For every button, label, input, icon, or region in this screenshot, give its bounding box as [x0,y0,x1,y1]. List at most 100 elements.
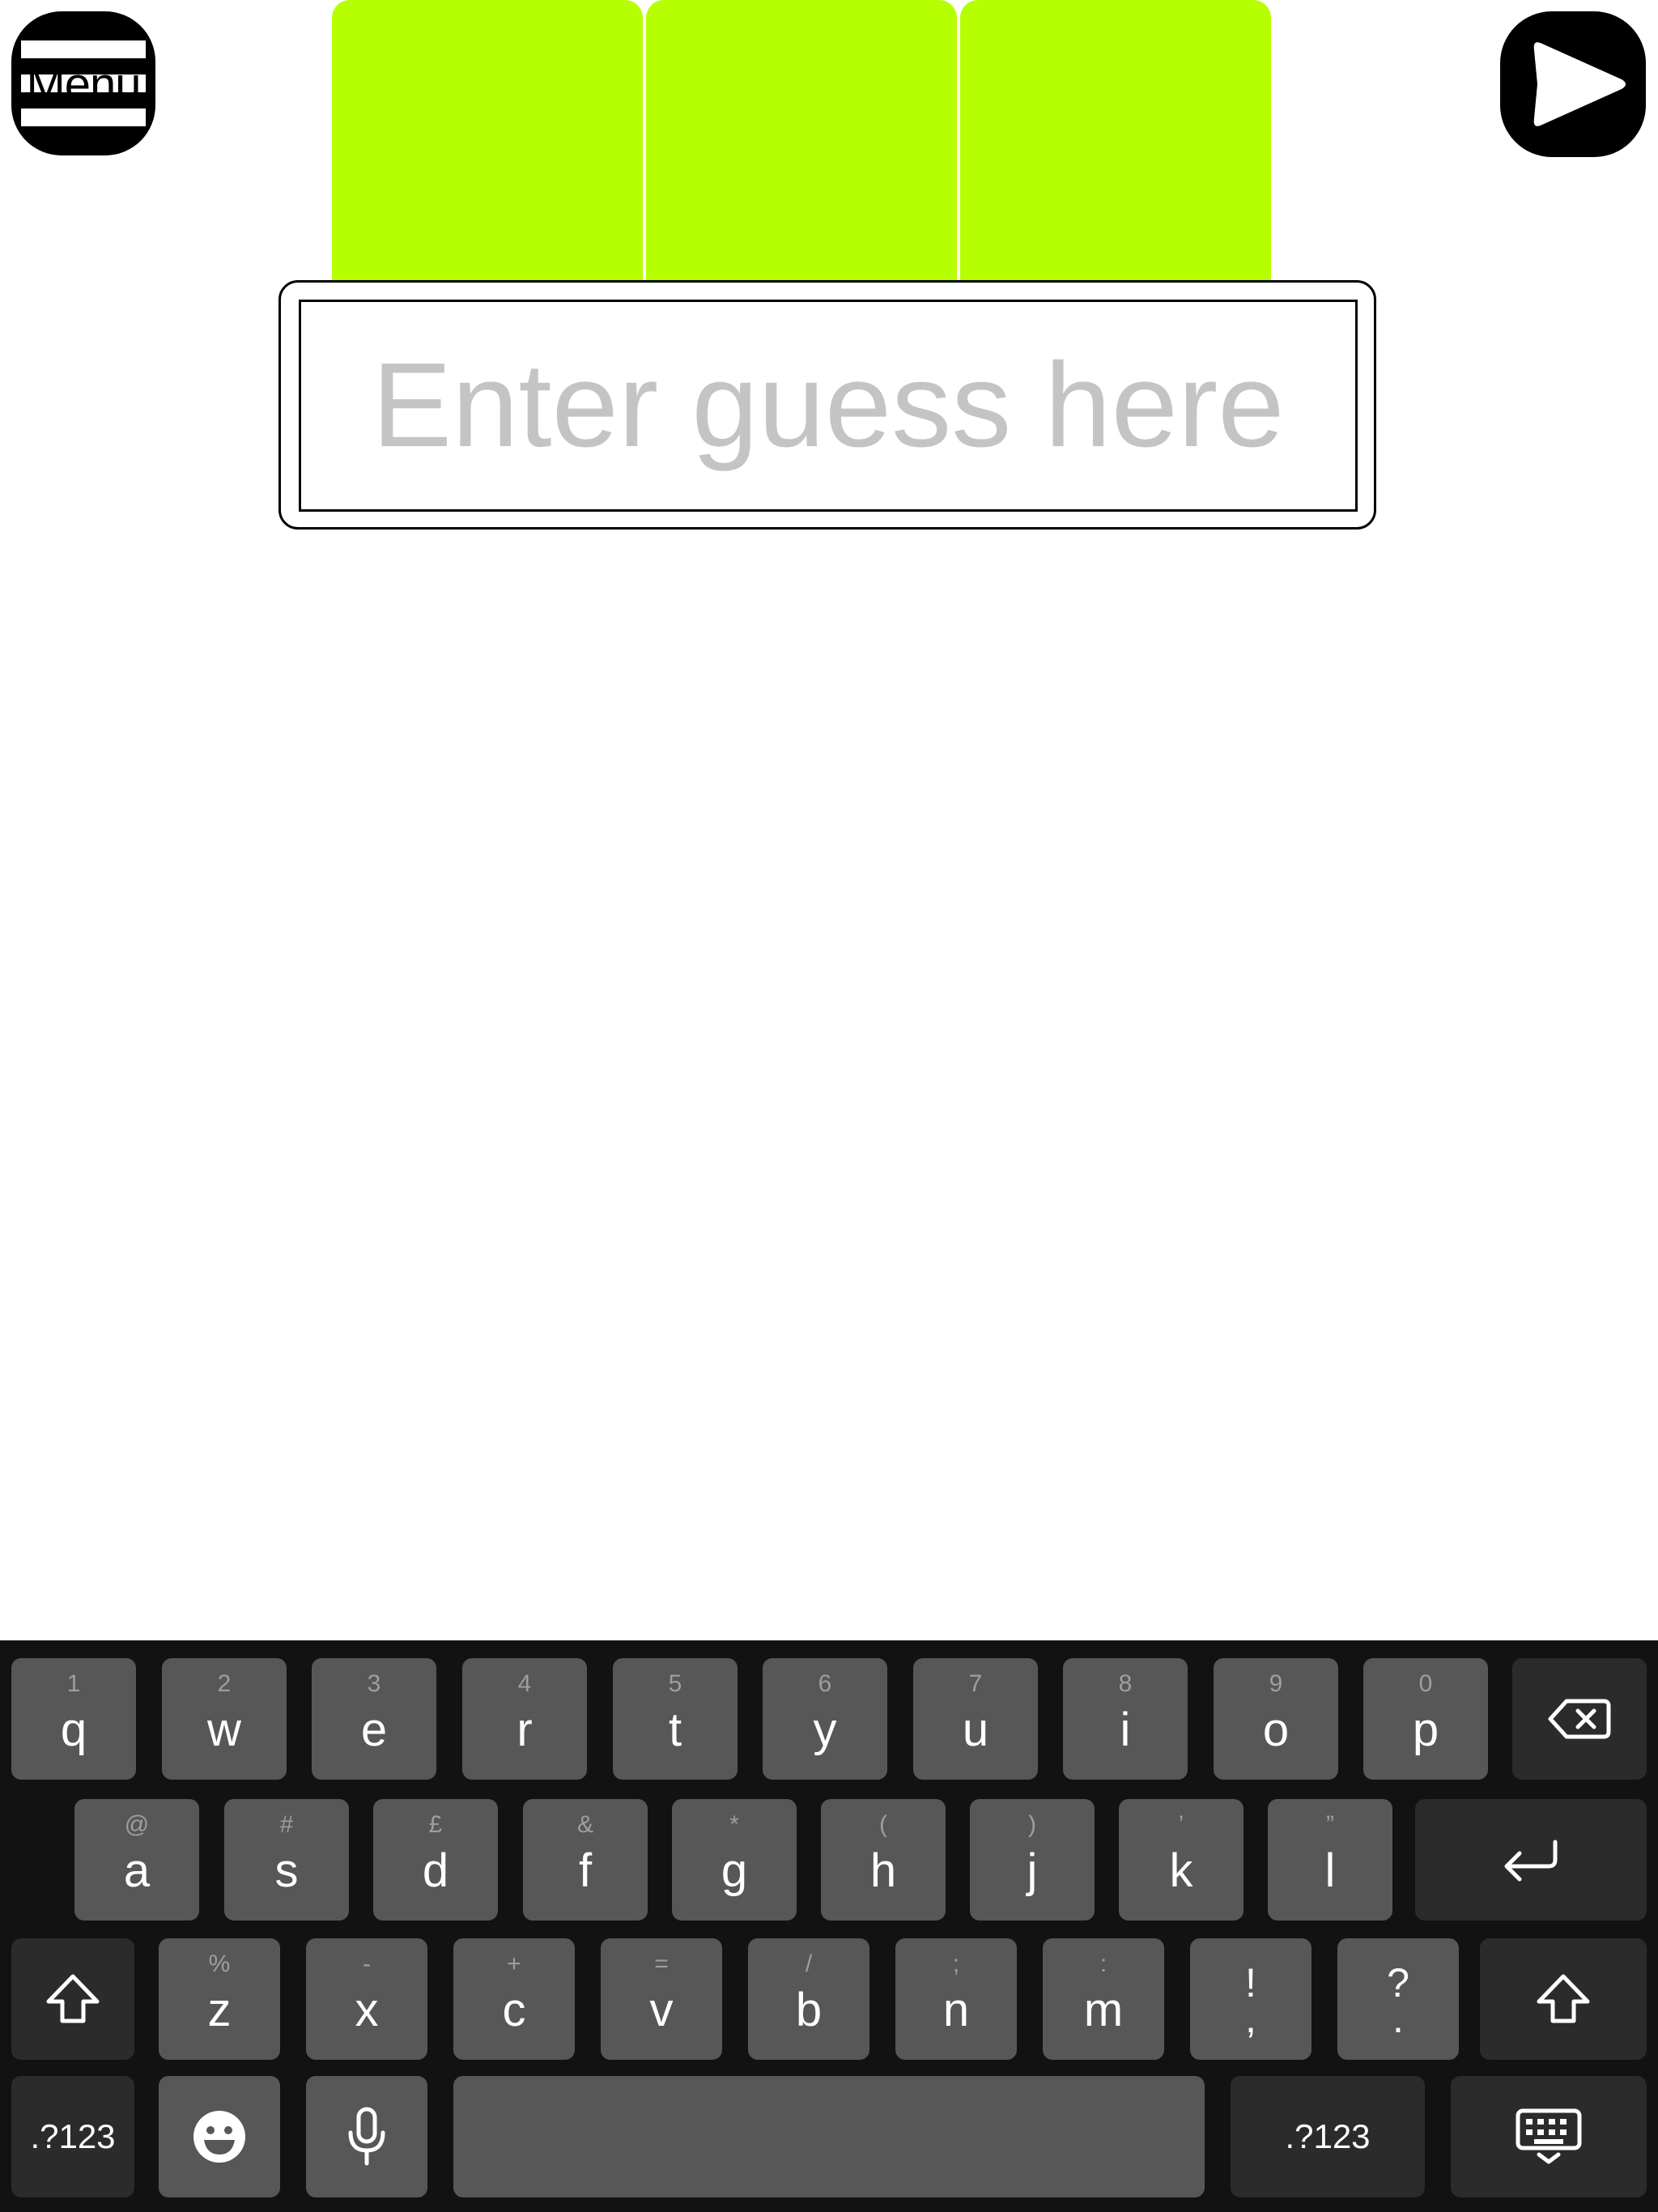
key-label: v [649,1984,674,2036]
key-f[interactable]: & f [523,1799,648,1921]
key-secondary-label: 8 [1118,1670,1133,1697]
key-secondary-label: / [805,1950,813,1977]
key-secondary-label: * [729,1811,739,1838]
key-secondary-label: £ [428,1811,443,1838]
key-label: k [1169,1844,1193,1897]
backspace-icon [1512,1658,1647,1780]
key-y[interactable]: 6y [763,1658,887,1780]
key-secondary-label: & [576,1811,593,1838]
key-secondary-label: 3 [367,1670,381,1697]
key-secondary-label: ; [952,1950,960,1977]
key-label: o [1262,1704,1290,1756]
guess-input-frame [278,280,1376,530]
key-g[interactable]: * g [672,1799,797,1921]
key-label: b [795,1984,823,2036]
key-n[interactable]: ; n [895,1938,1017,2060]
on-screen-keyboard: .?123 .?123 1 q 2 w 3 e 4 r 5 t 6 y 7 u … [0,1640,1658,2212]
key-label: t [668,1704,682,1756]
key-z[interactable]: % z [159,1938,280,2060]
key-label: u [962,1704,989,1756]
key-secondary-label: 5 [668,1670,682,1697]
key-secondary-label: ) [1028,1811,1036,1838]
key-l[interactable]: ” l [1268,1799,1392,1921]
menu-bar-bottom [21,108,146,126]
key-k[interactable]: ’ k [1119,1799,1244,1921]
word-tiles [332,0,1271,313]
game-screen: Menu Enter guess here .?123 .?123 1 q 2 … [0,0,1658,2212]
key-secondary-label: ’ [1178,1811,1184,1838]
hide-keyboard-key[interactable] [1451,2076,1647,2197]
shift-key-right[interactable] [1480,1938,1647,2060]
key-label: i [1120,1704,1131,1756]
key-secondary-label: 2 [217,1670,232,1697]
key-exclamation-comma[interactable]: !, [1190,1938,1312,2060]
key-label: q [60,1704,87,1756]
key-label: s [274,1844,299,1897]
key-label-bottom: , [1245,1996,1256,2041]
key-label: a [123,1844,151,1897]
key-p[interactable]: 0p [1363,1658,1488,1780]
key-e[interactable]: 3e [312,1658,436,1780]
key-s[interactable]: # s [224,1799,349,1921]
key-h[interactable]: (h [821,1799,946,1921]
key-x[interactable]: -x [306,1938,427,2060]
key-label: r [517,1704,533,1756]
microphone-key[interactable] [306,2076,427,2197]
play-icon [1533,42,1626,126]
key-label: m [1083,1984,1124,2036]
key-r[interactable]: 4r [462,1658,587,1780]
word-tile [332,0,643,313]
key-label: j [1027,1844,1038,1897]
key-secondary-label: 7 [968,1670,983,1697]
key-secondary-label: : [1099,1950,1107,1977]
backspace-key[interactable] [1512,1658,1647,1780]
return-key[interactable] [1415,1799,1647,1921]
key-i[interactable]: 8i [1063,1658,1188,1780]
numbers-key-right[interactable]: .?123 [1231,2076,1425,2197]
emoji-key[interactable] [159,2076,280,2197]
key-b[interactable]: / b [748,1938,869,2060]
key-label: h [869,1844,897,1897]
key-label: n [942,1984,970,2036]
key-q[interactable]: 1q [11,1658,136,1780]
key-c[interactable]: + c [453,1938,575,2060]
menu-bar-top [21,40,146,58]
space-key[interactable] [453,2076,1205,2197]
shift-icon [1480,1938,1647,2060]
guess-input[interactable] [299,300,1358,512]
return-icon [1415,1799,1647,1921]
key-label: d [422,1844,449,1897]
key-label: z [207,1984,232,2036]
key-j[interactable]: ) j [970,1799,1095,1921]
play-button[interactable] [1500,11,1646,157]
key-secondary-label: 9 [1269,1670,1283,1697]
key-secondary-label: 6 [818,1670,832,1697]
key-secondary-label: 4 [517,1670,532,1697]
key-t[interactable]: 5t [613,1658,738,1780]
key-u[interactable]: 7u [913,1658,1038,1780]
key-label: e [360,1704,388,1756]
key-label: f [578,1844,593,1897]
key-w[interactable]: 2w [162,1658,287,1780]
key-secondary-label: 0 [1418,1670,1433,1697]
key-d[interactable]: £ d [373,1799,498,1921]
key-label: c [502,1984,526,2036]
numbers-key-left[interactable]: .?123 [11,2076,134,2197]
numbers-key-label: .?123 [30,2117,116,2155]
key-secondary-label: ” [1326,1811,1334,1838]
key-m[interactable]: :m [1043,1938,1164,2060]
key-label: x [355,1984,379,2036]
key-secondary-label: ( [879,1811,887,1838]
key-secondary-label: = [654,1950,669,1977]
hide-keyboard-icon [1451,2076,1647,2197]
key-secondary-label: 1 [66,1670,81,1697]
menu-label: Menu [26,58,141,111]
key-label: w [207,1704,241,1756]
key-v[interactable]: = v [601,1938,722,2060]
shift-key-left[interactable] [11,1938,134,2060]
menu-button[interactable]: Menu [11,11,155,155]
key-question-period[interactable]: ?. [1337,1938,1459,2060]
key-secondary-label: - [363,1950,371,1977]
key-o[interactable]: 9o [1214,1658,1338,1780]
key-a[interactable]: @ a [74,1799,199,1921]
